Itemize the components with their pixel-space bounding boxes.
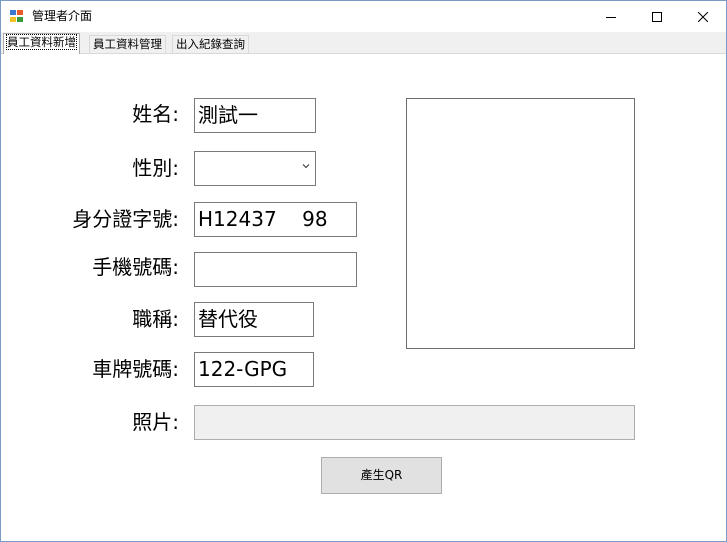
app-window: 管理者介面 員工資料新增 員工資料管理 出入紀錄查詢 姓名: 性別: 身分證字號… bbox=[0, 0, 727, 542]
gender-label: 性別: bbox=[132, 156, 179, 180]
job-title-label: 職稱: bbox=[132, 307, 179, 331]
close-icon bbox=[698, 11, 708, 22]
minimize-icon bbox=[606, 16, 616, 18]
maximize-icon bbox=[652, 11, 662, 22]
tab-label: 員工資料新增 bbox=[6, 34, 77, 50]
app-icon bbox=[10, 10, 24, 23]
plate-label: 車牌號碼: bbox=[92, 357, 179, 381]
plate-input[interactable]: 122-GPG bbox=[194, 352, 314, 387]
close-button[interactable] bbox=[680, 1, 726, 32]
tab-access-records[interactable]: 出入紀錄查詢 bbox=[172, 35, 249, 53]
photo-label: 照片: bbox=[132, 410, 179, 434]
minimize-button[interactable] bbox=[588, 1, 634, 32]
tab-strip: 員工資料新增 員工資料管理 出入紀錄查詢 bbox=[1, 32, 726, 54]
window-title: 管理者介面 bbox=[32, 9, 93, 23]
tab-label: 員工資料管理 bbox=[93, 37, 162, 51]
qr-picture-box bbox=[406, 98, 635, 349]
job-title-input[interactable]: 替代役 bbox=[194, 302, 314, 337]
phone-label: 手機號碼: bbox=[92, 255, 179, 279]
chevron-down-icon bbox=[302, 164, 310, 169]
tab-label: 出入紀錄查詢 bbox=[176, 37, 245, 51]
title-bar: 管理者介面 bbox=[1, 1, 726, 32]
tab-employee-manage[interactable]: 員工資料管理 bbox=[89, 35, 166, 53]
maximize-button[interactable] bbox=[634, 1, 680, 32]
id-number-input[interactable]: H12437 98 bbox=[194, 202, 357, 237]
name-input[interactable]: 測試一 bbox=[194, 98, 316, 133]
tab-employee-add[interactable]: 員工資料新增 bbox=[3, 33, 80, 54]
id-number-label: 身分證字號: bbox=[72, 207, 179, 231]
name-label: 姓名: bbox=[132, 102, 179, 126]
photo-path-field[interactable] bbox=[194, 405, 635, 440]
phone-input[interactable] bbox=[194, 252, 357, 287]
generate-qr-button[interactable]: 產生QR bbox=[321, 457, 442, 494]
gender-select[interactable] bbox=[194, 151, 316, 186]
